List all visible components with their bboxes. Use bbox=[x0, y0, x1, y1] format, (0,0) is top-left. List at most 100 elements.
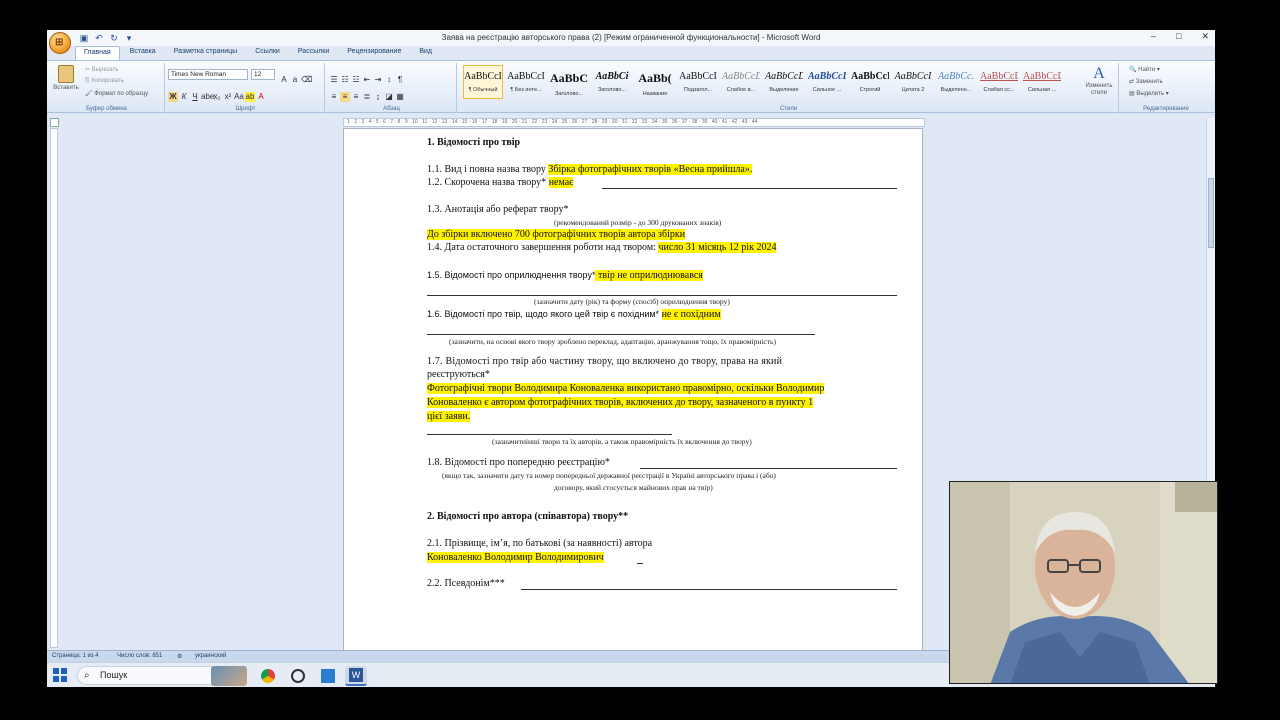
title-bar: ▣ ↶ ↻ ▾ Заява на реєстрацію авторського … bbox=[47, 30, 1215, 46]
clipboard-group: Вставить ✂ Вырезать ⎘ Копировать 🖌 Форма… bbox=[49, 63, 165, 113]
style-item[interactable]: AaBbC Заголово... bbox=[549, 65, 589, 99]
recorder-icon[interactable] bbox=[287, 666, 309, 686]
font-color-icon[interactable]: A bbox=[256, 92, 266, 102]
maximize-icon[interactable]: □ bbox=[1176, 31, 1181, 42]
document-page[interactable]: 1. Відомості про твір 1.1. Вид і повна н… bbox=[343, 128, 923, 687]
sort-icon[interactable]: ↕ bbox=[384, 75, 394, 85]
scrollbar-thumb[interactable] bbox=[1208, 178, 1214, 248]
windows-start-icon[interactable] bbox=[53, 668, 67, 682]
style-item[interactable]: AaBbCcD Строгий bbox=[850, 65, 890, 99]
tab-page-layout[interactable]: Разметка страницы bbox=[166, 46, 246, 60]
style-item[interactable]: AaBbCcI ¶ Без инте... bbox=[506, 65, 546, 99]
photos-icon[interactable] bbox=[317, 666, 339, 686]
style-item[interactable]: AaBbCcD Сильная ... bbox=[1022, 65, 1062, 99]
styles-group: AaBbCcI ¶ Обычный AaBbCcI ¶ Без инте... AaBb… bbox=[459, 63, 1119, 113]
language[interactable]: украинский bbox=[195, 653, 226, 659]
numbering-icon[interactable]: ☷ bbox=[340, 75, 350, 85]
vertical-ruler[interactable] bbox=[50, 128, 58, 648]
section-1-heading: 1. Відомості про твір bbox=[427, 137, 521, 148]
style-item[interactable]: AaBbCcD Сильное ... bbox=[807, 65, 847, 99]
chrome-icon[interactable] bbox=[257, 666, 279, 686]
change-styles-button[interactable]: A Изменить стили bbox=[1081, 65, 1117, 97]
office-button[interactable]: ⊞ bbox=[49, 32, 71, 54]
horizontal-ruler[interactable]: · 1 · 2 · 3 · 4 · 5 · 6 · 7 · 8 · 9 · 10… bbox=[343, 118, 925, 127]
format-painter-button[interactable]: 🖌 Формат по образцу bbox=[85, 90, 148, 97]
subscript-icon[interactable]: x₂ bbox=[212, 92, 222, 102]
bold-icon[interactable]: Ж bbox=[168, 92, 178, 102]
shading-icon[interactable]: ◪ bbox=[384, 92, 394, 102]
tab-view[interactable]: Вид bbox=[411, 46, 440, 60]
note-1-8a: (якщо так, зазначити дату та номер попер… bbox=[442, 471, 776, 480]
tab-home[interactable]: Главная bbox=[75, 46, 120, 60]
note-1-5: (зазначити дату (рік) та форму (спосіб) … bbox=[534, 297, 730, 306]
grow-font-icon[interactable]: A bbox=[279, 75, 289, 85]
paste-button[interactable]: Вставить bbox=[52, 65, 80, 91]
change-case-icon[interactable]: Aa bbox=[234, 92, 244, 102]
style-item[interactable]: AaBbCc. Выделенн... bbox=[936, 65, 976, 99]
multilevel-icon[interactable]: ☳ bbox=[351, 75, 361, 85]
tab-references[interactable]: Ссылки bbox=[247, 46, 288, 60]
style-item[interactable]: AaBbCcD Выделение bbox=[764, 65, 804, 99]
shrink-font-icon[interactable]: a bbox=[290, 75, 300, 85]
select-button[interactable]: ▤ Выделить ▾ bbox=[1129, 90, 1169, 97]
style-sample: AaBbCcD bbox=[722, 71, 760, 82]
style-item[interactable]: AaBbCcI Подзагол... bbox=[678, 65, 718, 99]
highlight-icon[interactable]: ab bbox=[245, 92, 255, 102]
style-sample: AaBbCcD bbox=[851, 71, 889, 82]
style-item[interactable]: AaBbCi Заголово... bbox=[592, 65, 632, 99]
word-taskbar-icon[interactable]: W bbox=[345, 666, 367, 686]
bullets-icon[interactable]: ☰ bbox=[329, 75, 339, 85]
align-right-icon[interactable]: ≡ bbox=[351, 92, 361, 102]
show-marks-icon[interactable]: ¶ bbox=[395, 75, 405, 85]
italic-icon[interactable]: К bbox=[179, 92, 189, 102]
webcam-overlay bbox=[949, 481, 1218, 684]
cut-button[interactable]: ✂ Вырезать bbox=[85, 66, 118, 73]
taskbar-thumbnail-icon[interactable] bbox=[211, 666, 247, 686]
spellcheck-icon[interactable]: ⚙ bbox=[177, 653, 182, 660]
editing-group-label: Редактирование bbox=[1143, 106, 1189, 112]
increase-indent-icon[interactable]: ⇥ bbox=[373, 75, 383, 85]
underline-icon[interactable]: Ч bbox=[190, 92, 200, 102]
word-count[interactable]: Число слов: 851 bbox=[117, 653, 162, 659]
tab-insert[interactable]: Вставка bbox=[122, 46, 164, 60]
line-1-8: 1.8. Відомості про попередню реєстрацію* bbox=[427, 457, 610, 468]
align-center-icon[interactable]: ≡ bbox=[340, 92, 350, 102]
clear-format-icon[interactable]: ⌫ bbox=[301, 75, 312, 85]
line-1-6: 1.6. Відомості про твір, щодо якого цей … bbox=[427, 309, 721, 320]
style-sample: AaBbCcD bbox=[980, 71, 1018, 82]
font-size-combo[interactable]: 12 bbox=[251, 69, 275, 80]
superscript-icon[interactable]: x² bbox=[223, 92, 233, 102]
find-button[interactable]: 🔍 Найти ▾ bbox=[1129, 66, 1160, 73]
line-1-7-answer-1: Фотографічні твори Володимира Коноваленк… bbox=[427, 383, 825, 394]
style-item[interactable]: AaBbCcD Слабая сс... bbox=[979, 65, 1019, 99]
style-name: Сильное ... bbox=[812, 87, 842, 93]
tab-review[interactable]: Рецензирование bbox=[339, 46, 409, 60]
underline-1-7 bbox=[427, 434, 672, 435]
line-1-7a: 1.7. Відомості про твір або частину твор… bbox=[427, 356, 783, 367]
copy-button[interactable]: ⎘ Копировать bbox=[85, 78, 124, 85]
page-count[interactable]: Страница: 1 из 4 bbox=[52, 653, 99, 659]
align-left-icon[interactable]: ≡ bbox=[329, 92, 339, 102]
style-sample: AaBbCi bbox=[595, 71, 629, 82]
note-1-3: (рекомендований розмір - до 300 друкован… bbox=[554, 218, 722, 227]
minimize-icon[interactable]: – bbox=[1151, 31, 1156, 42]
style-sample: AaBbCcD bbox=[808, 71, 846, 82]
strikethrough-icon[interactable]: abe bbox=[201, 92, 214, 102]
borders-icon[interactable]: ▦ bbox=[395, 92, 405, 102]
style-name: Заголово... bbox=[597, 87, 627, 93]
close-icon[interactable]: ✕ bbox=[1201, 31, 1209, 42]
style-sample: AaBbC bbox=[550, 71, 588, 85]
style-item[interactable]: AaBbCcI Цитата 2 bbox=[893, 65, 933, 99]
line-1-4: 1.4. Дата остаточного завершення роботи … bbox=[427, 242, 777, 253]
ruler-toggle[interactable] bbox=[50, 118, 59, 127]
decrease-indent-icon[interactable]: ⇤ bbox=[362, 75, 372, 85]
replace-button[interactable]: ⇄ Заменить bbox=[1129, 78, 1163, 85]
style-item[interactable]: AaBbCcD Слабое в... bbox=[721, 65, 761, 99]
style-item[interactable]: AaBb(Название bbox=[635, 65, 675, 99]
tab-mailings[interactable]: Рассылки bbox=[290, 46, 337, 60]
justify-icon[interactable]: ≣ bbox=[362, 92, 372, 102]
style-item[interactable]: AaBbCcI ¶ Обычный bbox=[463, 65, 503, 99]
line-spacing-icon[interactable]: ↨ bbox=[373, 92, 383, 102]
font-name-combo[interactable]: Times New Roman bbox=[168, 69, 248, 80]
style-sample: AaBbCcD bbox=[1023, 71, 1061, 82]
